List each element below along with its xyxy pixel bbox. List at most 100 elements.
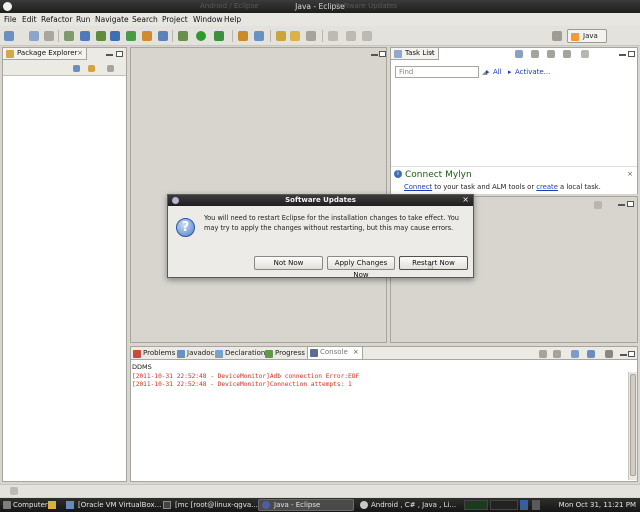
- tab-declaration[interactable]: Declaration: [213, 348, 265, 359]
- dialog-message: You will need to restart Eclipse for the…: [204, 214, 459, 232]
- print-icon[interactable]: [44, 31, 54, 41]
- view-menu-icon[interactable]: [594, 201, 602, 209]
- collapse-all-icon[interactable]: [563, 50, 571, 58]
- progress-icon: [265, 350, 273, 358]
- menu-navigate[interactable]: Navigate: [95, 15, 129, 24]
- apply-changes-now-button[interactable]: Apply Changes Now: [327, 256, 395, 279]
- maximize-icon[interactable]: [628, 351, 635, 357]
- new-icon[interactable]: [4, 31, 14, 41]
- back-icon[interactable]: [346, 31, 356, 41]
- new-task-icon[interactable]: [495, 50, 503, 58]
- menu-help[interactable]: Help: [224, 15, 241, 24]
- open-perspective-icon[interactable]: [552, 31, 562, 41]
- view-menu-icon[interactable]: [107, 65, 114, 72]
- run-external-icon[interactable]: [214, 31, 224, 41]
- menu-window[interactable]: Window: [193, 15, 223, 24]
- pin-console-icon[interactable]: [571, 350, 579, 358]
- scroll-lock-icon[interactable]: [553, 350, 561, 358]
- categorized-icon[interactable]: [515, 50, 523, 58]
- debug-tool-icon[interactable]: [64, 31, 74, 41]
- activate-arrow-icon: ▸: [508, 68, 512, 76]
- problems-icon: [133, 350, 141, 358]
- menu-refactor[interactable]: Refactor: [41, 15, 72, 24]
- menu-project[interactable]: Project: [162, 15, 188, 24]
- forward-icon[interactable]: [362, 31, 372, 41]
- minimize-icon[interactable]: [106, 54, 113, 56]
- console-log-line: [2011-10-31 22:52:48 - DeviceMonitor]Con…: [132, 381, 352, 388]
- volume-icon[interactable]: [532, 500, 540, 510]
- task-find-input[interactable]: Find: [395, 66, 479, 78]
- minimize-icon[interactable]: [619, 54, 626, 56]
- minimize-icon[interactable]: [371, 54, 378, 56]
- close-icon[interactable]: ×: [627, 170, 633, 178]
- menu-file[interactable]: File: [4, 15, 17, 24]
- info-icon: i: [394, 170, 402, 178]
- close-icon[interactable]: ×: [429, 48, 435, 59]
- tab-package-explorer[interactable]: Package Explorer ×: [3, 48, 87, 60]
- workspace-switcher[interactable]: [490, 500, 518, 510]
- sdk-manager-icon[interactable]: [80, 31, 90, 41]
- taskbar-item-eclipse[interactable]: Java - Eclipse: [274, 501, 320, 509]
- display-console-icon[interactable]: [587, 350, 595, 358]
- console-scrollbar[interactable]: [628, 372, 637, 480]
- maximize-icon[interactable]: [627, 201, 634, 207]
- view-menu-icon[interactable]: [581, 50, 589, 58]
- tab-javadoc[interactable]: Javadoc: [175, 348, 214, 359]
- avd-manager-icon[interactable]: [96, 31, 106, 41]
- clock[interactable]: Mon Oct 31, 11:21 PM: [559, 501, 636, 509]
- minimize-icon[interactable]: [618, 204, 625, 206]
- activate-link[interactable]: Activate...: [515, 68, 550, 76]
- open-task-icon[interactable]: [290, 31, 300, 41]
- tab-console[interactable]: Console ×: [307, 347, 363, 359]
- new-android-project-icon[interactable]: [110, 31, 120, 41]
- computer-menu[interactable]: Computer: [13, 501, 48, 509]
- open-console-icon[interactable]: [605, 350, 613, 358]
- debug-icon[interactable]: [178, 31, 188, 41]
- taskbar-item-virtualbox[interactable]: [Oracle VM VirtualBox...: [78, 501, 161, 509]
- eclipse-icon: [262, 501, 270, 509]
- close-icon[interactable]: ×: [77, 48, 83, 59]
- clear-console-icon[interactable]: [539, 350, 547, 358]
- not-now-button[interactable]: Not Now: [254, 256, 323, 270]
- fast-view-icon[interactable]: [10, 487, 18, 495]
- create-link[interactable]: create: [536, 183, 558, 191]
- maximize-icon[interactable]: [116, 51, 123, 57]
- menu-edit[interactable]: Edit: [22, 15, 37, 24]
- annotation-next-icon[interactable]: [328, 31, 338, 41]
- android-test-icon[interactable]: [126, 31, 136, 41]
- console-icon: [310, 349, 318, 357]
- scheduled-icon[interactable]: [531, 50, 539, 58]
- maximize-icon[interactable]: [379, 51, 386, 57]
- taskbar-item-browser[interactable]: Android , C# , Java , Li...: [371, 501, 456, 509]
- xml-icon[interactable]: [158, 31, 168, 41]
- new-java-package-icon[interactable]: [238, 31, 248, 41]
- java-perspective-button[interactable]: Java: [567, 29, 607, 43]
- open-type-icon[interactable]: [276, 31, 286, 41]
- search-icon[interactable]: [306, 31, 316, 41]
- all-filter-link[interactable]: All: [493, 68, 502, 76]
- notes-icon[interactable]: [48, 501, 56, 509]
- lint-icon[interactable]: [142, 31, 152, 41]
- menu-run[interactable]: Run: [76, 15, 90, 24]
- link-with-editor-icon[interactable]: [88, 65, 95, 72]
- tab-progress[interactable]: Progress: [263, 348, 305, 359]
- new-java-class-icon[interactable]: [254, 31, 264, 41]
- console-panel: Problems Javadoc Declaration Progress Co…: [130, 346, 638, 482]
- tab-task-list[interactable]: Task List ×: [391, 48, 439, 60]
- minimize-icon[interactable]: [620, 354, 627, 356]
- tab-problems[interactable]: Problems: [131, 348, 175, 359]
- connect-mylyn-section: i Connect Mylyn × Connect to your task a…: [391, 166, 637, 194]
- connect-link[interactable]: Connect: [404, 183, 432, 191]
- close-icon[interactable]: ×: [353, 347, 359, 358]
- restart-now-button[interactable]: Restart Now: [399, 256, 468, 270]
- save-icon[interactable]: [29, 31, 39, 41]
- question-icon: ?: [176, 218, 195, 237]
- close-icon[interactable]: ×: [462, 195, 469, 204]
- run-icon[interactable]: [196, 31, 206, 41]
- collapse-all-icon[interactable]: [73, 65, 80, 72]
- menu-search[interactable]: Search: [132, 15, 158, 24]
- taskbar-item-terminal[interactable]: [mc [root@linux-qgva...: [175, 501, 258, 509]
- focus-icon[interactable]: [547, 50, 555, 58]
- bottom-tabs: Problems Javadoc Declaration Progress Co…: [131, 347, 637, 360]
- maximize-icon[interactable]: [628, 51, 635, 57]
